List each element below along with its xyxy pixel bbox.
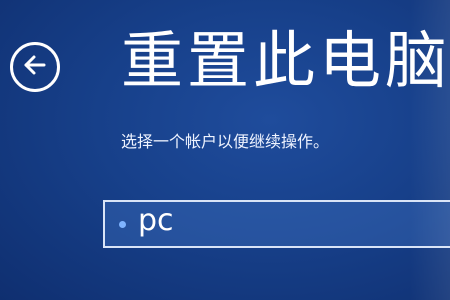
page-title: 重置此电脑 [121,24,450,97]
instruction-text: 选择一个帐户以便继续操作。 [121,132,330,151]
bullet-icon [119,220,126,228]
back-arrow-icon [21,51,49,83]
account-name: pc [138,203,174,238]
account-item-pc[interactable]: pc [103,200,450,248]
back-button[interactable] [10,42,60,92]
